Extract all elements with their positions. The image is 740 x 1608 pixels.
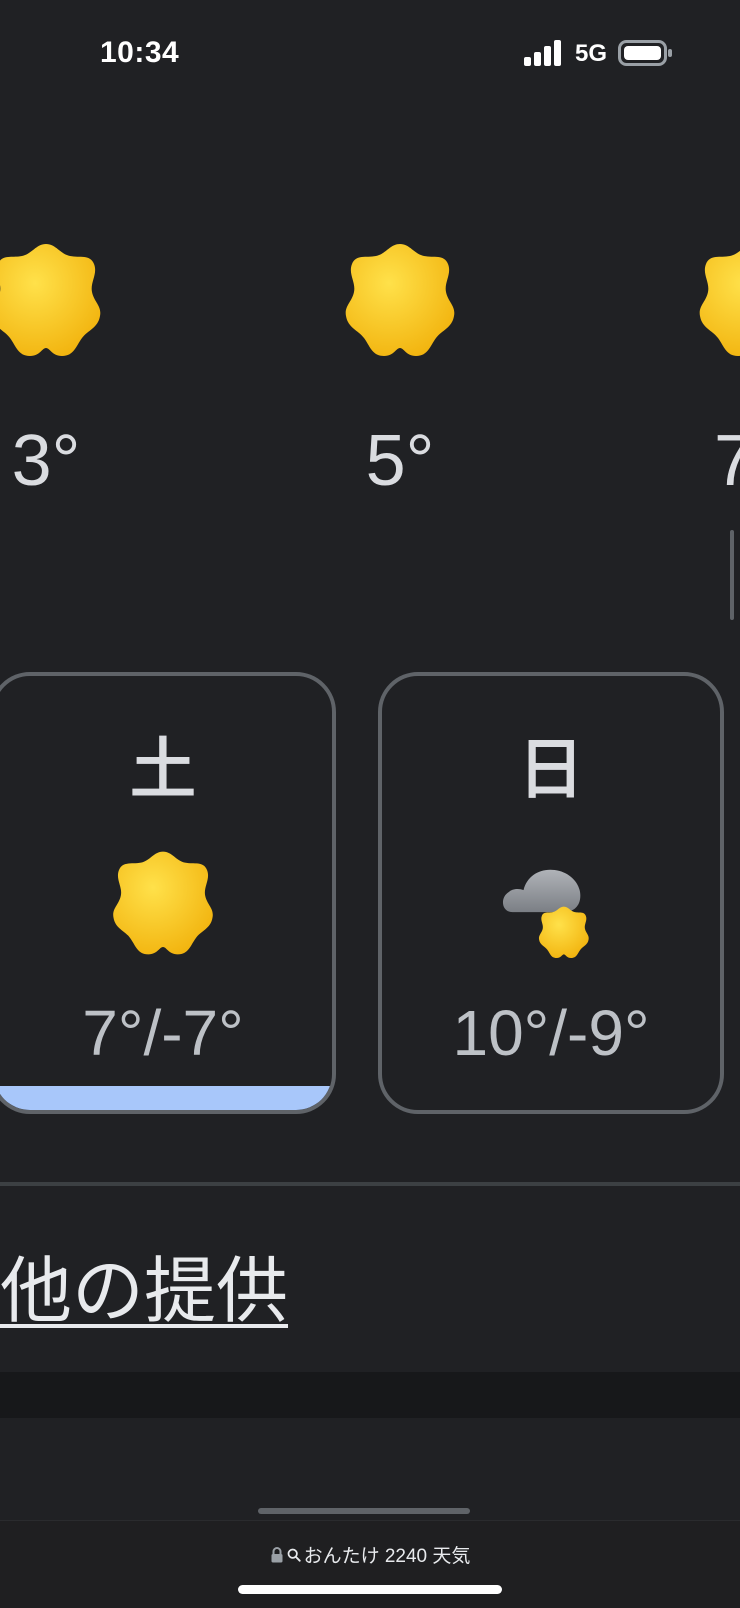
sunny-icon [0,244,101,356]
daily-card-sunday[interactable]: 日 10°/-9° [378,672,724,1114]
other-providers-link[interactable]: 他の提供 [0,1232,288,1337]
battery-icon [618,40,672,66]
lock-icon [271,1546,283,1562]
hourly-temperature: 7 [714,421,740,501]
card-day-label: 土 [130,732,196,806]
browser-address-bar[interactable]: おんたけ 2240 天気 [0,1520,740,1608]
search-icon [287,1548,301,1562]
cellular-signal-icon [524,40,561,66]
selected-indicator [0,1086,332,1110]
hourly-forecast-strip[interactable]: 3° 5° 7 [0,230,740,620]
weather-screen: 10:34 5G 3° 5° 7 土 7°/-7° 日 10°/-9° 他の提供… [0,0,740,1608]
sheet-drag-handle[interactable] [258,1508,470,1514]
content-end-band [0,1372,740,1418]
home-indicator[interactable] [238,1585,502,1594]
status-time: 10:34 [100,36,180,69]
hourly-temperature: 3° [11,421,81,501]
sunny-icon [699,250,740,356]
partly-cloudy-icon [502,869,589,958]
scroll-indicator [730,530,734,620]
hourly-temperature: 5° [365,421,435,501]
daily-card-saturday[interactable]: 土 7°/-7° [0,672,336,1114]
hourly-item: 7 [684,230,740,510]
hourly-item: 3° [0,230,116,510]
address-content: おんたけ 2240 天気 [0,1541,740,1568]
network-type-label: 5G [575,40,608,67]
hourly-item: 5° [330,230,470,510]
section-divider [0,1182,740,1186]
sunny-icon [113,851,213,955]
sunny-icon [345,244,455,356]
card-day-label: 日 [518,732,584,806]
status-bar: 10:34 5G [0,0,740,110]
address-query-text: おんたけ 2240 天気 [303,1546,471,1567]
card-temperature-range: 10°/-9° [452,997,650,1069]
card-temperature-range: 7°/-7° [82,997,244,1069]
